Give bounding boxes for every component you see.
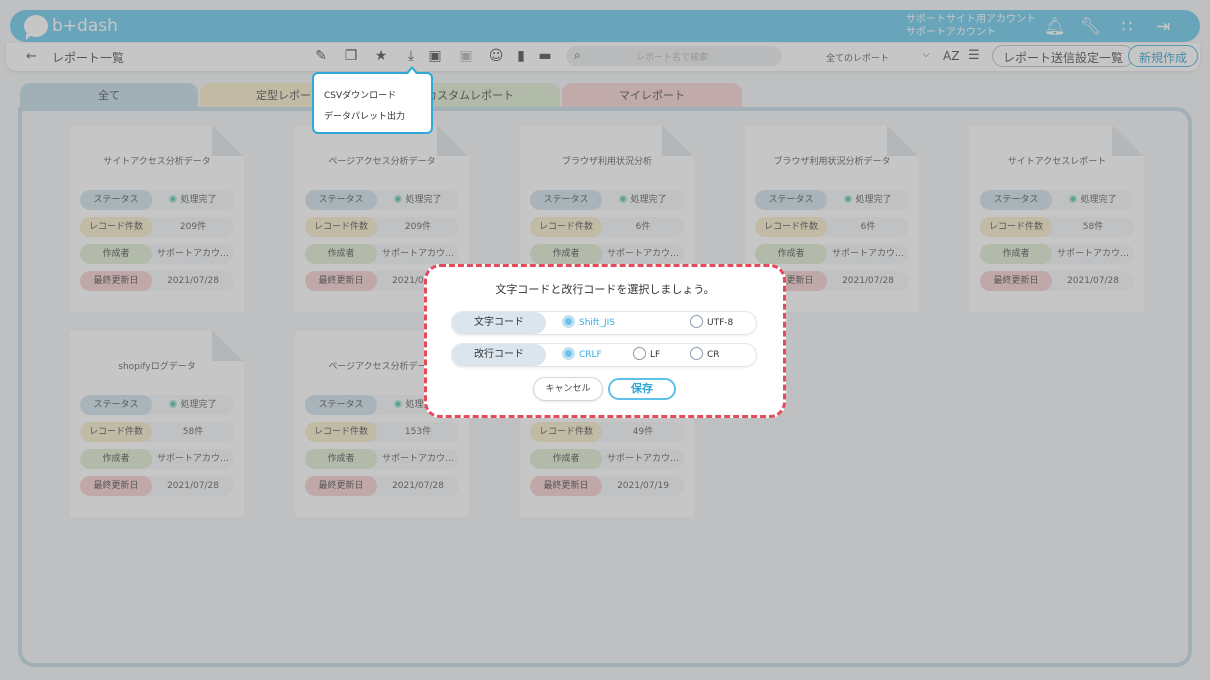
charset-row: 文字コード Shift_JIS UTF-8 xyxy=(452,312,756,334)
radio-label: Shift_JIS xyxy=(579,318,615,328)
cancel-button[interactable]: キャンセル xyxy=(534,378,602,400)
newline-label: 改行コード xyxy=(452,344,546,366)
save-button[interactable]: 保存 xyxy=(608,378,676,400)
radio-utf8[interactable]: UTF-8 xyxy=(690,312,733,334)
radio-label: CR xyxy=(707,350,720,360)
radio-circle xyxy=(562,315,575,328)
radio-lf[interactable]: LF xyxy=(633,344,660,366)
encoding-dialog: 文字コードと改行コードを選択しましょう。 文字コード Shift_JIS UTF… xyxy=(424,264,786,418)
radio-label: UTF-8 xyxy=(707,318,734,328)
charset-label: 文字コード xyxy=(452,312,546,334)
radio-shift-jis[interactable]: Shift_JIS xyxy=(562,312,615,334)
radio-circle xyxy=(690,315,703,328)
radio-circle xyxy=(562,347,575,360)
newline-row: 改行コード CRLF LF CR xyxy=(452,344,756,366)
radio-circle xyxy=(690,347,703,360)
menu-item-csv-download[interactable]: CSVダウンロード xyxy=(324,88,396,101)
menu-item-data-palette-export[interactable]: データパレット出力 xyxy=(324,109,405,122)
radio-circle xyxy=(633,347,646,360)
radio-label: CRLF xyxy=(579,350,602,360)
download-dropdown-menu: CSVダウンロード データパレット出力 xyxy=(312,66,433,134)
radio-crlf[interactable]: CRLF xyxy=(562,344,602,366)
radio-label: LF xyxy=(650,350,661,360)
radio-cr[interactable]: CR xyxy=(690,344,720,366)
dialog-message: 文字コードと改行コードを選択しましょう。 xyxy=(495,283,715,296)
